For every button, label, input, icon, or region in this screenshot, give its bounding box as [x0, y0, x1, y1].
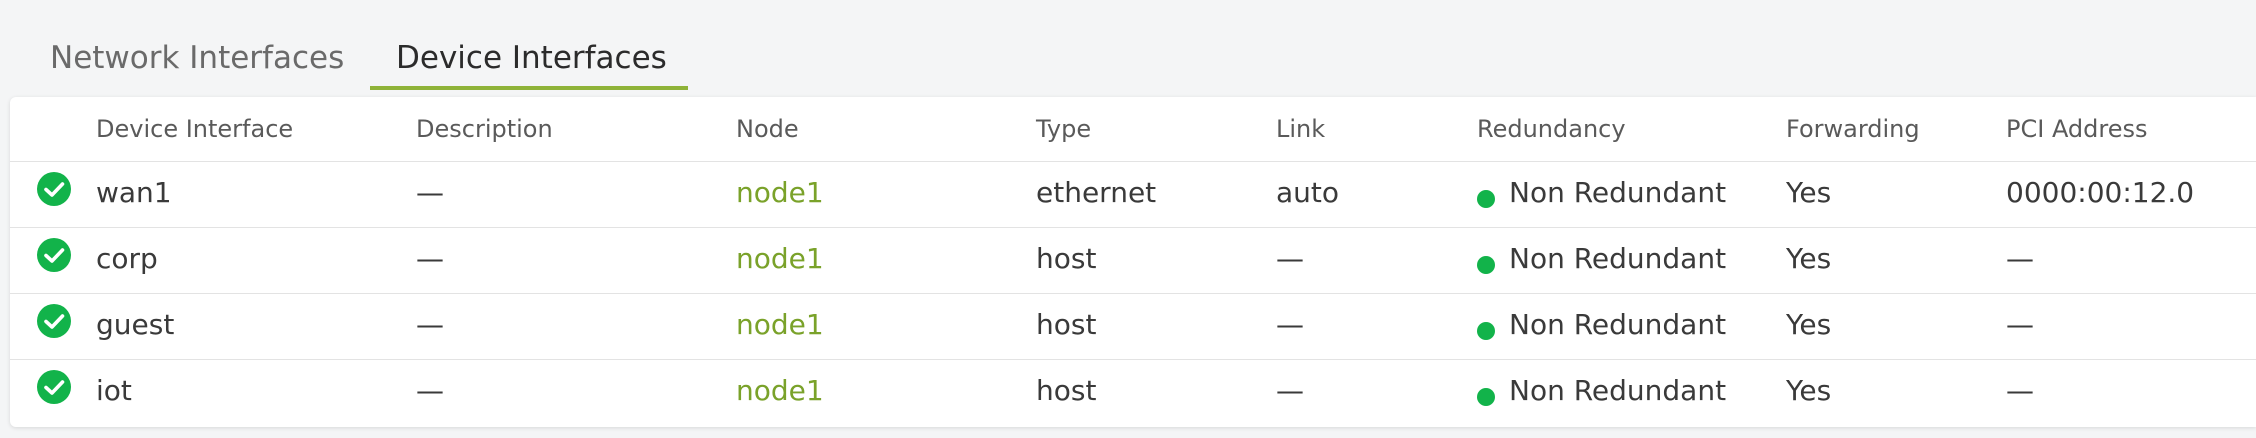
type-value: host — [1036, 242, 1097, 275]
column-header-pci-address[interactable]: PCI Address — [2006, 115, 2148, 143]
check-circle-icon — [37, 370, 71, 404]
type-value: ethernet — [1036, 176, 1157, 209]
redundancy-label: Non Redundant — [1509, 308, 1727, 341]
forwarding-value: Yes — [1786, 242, 1832, 275]
pci-address-value: — — [2006, 374, 2034, 407]
device-interface-name[interactable]: iot — [96, 374, 132, 407]
column-header-redundancy[interactable]: Redundancy — [1477, 115, 1626, 143]
description-value: — — [416, 242, 444, 275]
link-value: — — [1276, 308, 1304, 341]
tab-network-interfaces[interactable]: Network Interfaces — [50, 30, 344, 90]
description-value: — — [416, 374, 444, 407]
node-link[interactable]: node1 — [736, 176, 824, 209]
node-link[interactable]: node1 — [736, 374, 824, 407]
link-value: auto — [1276, 176, 1340, 209]
status-dot-icon — [1477, 322, 1495, 340]
table-row[interactable]: guest — node1 host — Non Redundant Yes — — [10, 294, 2256, 360]
column-header-type[interactable]: Type — [1036, 115, 1091, 143]
status-dot-icon — [1477, 388, 1495, 406]
node-link[interactable]: node1 — [736, 242, 824, 275]
device-interface-name[interactable]: corp — [96, 242, 158, 275]
check-circle-icon — [37, 172, 71, 206]
tab-device-interfaces[interactable]: Device Interfaces — [370, 30, 688, 90]
column-header-link[interactable]: Link — [1276, 115, 1325, 143]
redundancy-label: Non Redundant — [1509, 176, 1727, 209]
link-value: — — [1276, 374, 1304, 407]
column-header-device-interface[interactable]: Device Interface — [96, 115, 293, 143]
description-value: — — [416, 308, 444, 341]
column-header-description[interactable]: Description — [416, 115, 553, 143]
pci-address-value: — — [2006, 242, 2034, 275]
column-header-node[interactable]: Node — [736, 115, 799, 143]
node-link[interactable]: node1 — [736, 308, 824, 341]
column-header-forwarding[interactable]: Forwarding — [1786, 115, 1920, 143]
redundancy-value: Non Redundant — [1477, 308, 1726, 341]
status-dot-icon — [1477, 256, 1495, 274]
type-value: host — [1036, 308, 1097, 341]
table-row[interactable]: wan1 — node1 ethernet auto Non Redundant Yes 00… — [10, 162, 2256, 228]
table-row[interactable]: iot — node1 host — Non Redundant Yes — — [10, 360, 2256, 426]
check-circle-icon — [37, 238, 71, 272]
pci-address-value: — — [2006, 308, 2034, 341]
redundancy-value: Non Redundant — [1477, 242, 1726, 275]
device-interface-name[interactable]: wan1 — [96, 176, 172, 209]
table-row[interactable]: corp — node1 host — Non Redundant Yes — — [10, 228, 2256, 294]
device-interface-name[interactable]: guest — [96, 308, 174, 341]
forwarding-value: Yes — [1786, 308, 1832, 341]
check-circle-icon — [37, 304, 71, 338]
table-header: Device Interface Description Node Type L… — [10, 97, 2256, 162]
link-value: — — [1276, 242, 1304, 275]
device-interfaces-table: Device Interface Description Node Type L… — [10, 97, 2256, 427]
forwarding-value: Yes — [1786, 176, 1832, 209]
pci-address-value: 0000:00:12.0 — [2006, 176, 2195, 209]
type-value: host — [1036, 374, 1097, 407]
forwarding-value: Yes — [1786, 374, 1832, 407]
tab-bar: Network Interfaces Device Interfaces — [0, 0, 2256, 90]
description-value: — — [416, 176, 444, 209]
redundancy-label: Non Redundant — [1509, 242, 1727, 275]
redundancy-value: Non Redundant — [1477, 374, 1726, 407]
redundancy-label: Non Redundant — [1509, 374, 1727, 407]
redundancy-value: Non Redundant — [1477, 176, 1726, 209]
status-dot-icon — [1477, 190, 1495, 208]
